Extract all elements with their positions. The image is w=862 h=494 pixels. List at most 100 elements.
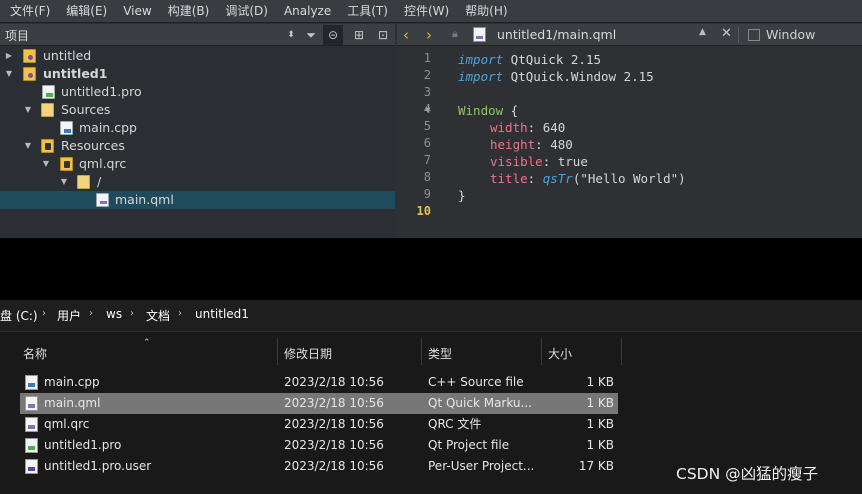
file-row-untitled1-pro[interactable]: untitled1.pro 2023/2/18 10:56 Qt Project…: [20, 435, 618, 456]
collapse-arrow-icon[interactable]: ▼: [23, 101, 33, 119]
menu-analyze[interactable]: Analyze: [274, 0, 337, 23]
go-back-icon[interactable]: ‹: [403, 25, 409, 45]
code-text: ("Hello World"): [572, 171, 686, 186]
code-line-9: }: [458, 187, 466, 204]
tree-item-untitled[interactable]: ▶ untitled: [0, 47, 395, 65]
file-row-main-cpp[interactable]: main.cpp 2023/2/18 10:56 C++ Source file…: [20, 372, 618, 393]
file-date: 2023/2/18 10:56: [284, 417, 384, 431]
tree-item-root-prefix[interactable]: ▼ /: [0, 173, 395, 191]
code-line-4: Window {: [458, 102, 518, 119]
column-type[interactable]: 类型: [428, 345, 452, 362]
tree-item-sources[interactable]: ▼ Sources: [0, 101, 395, 119]
breadcrumb-drive[interactable]: 盘 (C:): [0, 307, 38, 324]
file-row-qml-qrc[interactable]: qml.qrc 2023/2/18 10:56 QRC 文件 1 KB: [20, 414, 618, 435]
chevron-right-icon[interactable]: ›: [178, 308, 182, 319]
go-forward-icon[interactable]: ›: [426, 25, 432, 45]
project-panel-title: 项目: [5, 29, 30, 43]
filter-icon[interactable]: ⏷: [301, 25, 321, 45]
tree-item-qml-qrc[interactable]: ▼ qml.qrc: [0, 155, 395, 173]
expand-arrow-icon[interactable]: ▶: [4, 47, 14, 65]
pro-file-icon: [25, 438, 38, 453]
file-type: C++ Source file: [428, 375, 524, 389]
menu-edit[interactable]: 编辑(E): [56, 0, 113, 23]
sort-ascending-icon: ⌃: [143, 338, 151, 348]
file-date: 2023/2/18 10:56: [284, 396, 384, 410]
type-name: Window: [458, 103, 504, 118]
symbol-icon: [748, 29, 760, 41]
tree-item-label: /: [97, 174, 102, 189]
file-type: Qt Project file: [428, 438, 510, 452]
chevron-right-icon[interactable]: ›: [130, 308, 134, 319]
tree-item-main-cpp[interactable]: main.cpp: [0, 119, 395, 137]
column-divider[interactable]: [621, 338, 622, 365]
code-text: :: [527, 171, 543, 186]
file-name: main.qml: [44, 396, 101, 410]
chevron-right-icon[interactable]: ›: [42, 308, 46, 319]
split-icon[interactable]: ⊞: [349, 25, 369, 45]
breadcrumb-documents[interactable]: 文档: [146, 307, 170, 324]
symbol-selector[interactable]: Window: [766, 27, 815, 42]
column-date-modified[interactable]: 修改日期: [284, 345, 332, 362]
tree-item-resources[interactable]: ▼ Resources: [0, 137, 395, 155]
code-line-2: import QtQuick.Window 2.15: [458, 68, 654, 85]
tree-item-main-qml[interactable]: main.qml: [0, 191, 395, 209]
project-panel-header: 项目 ⬍ ⏷ ⊝ ⊞ ⊡: [0, 24, 395, 46]
close-panel-icon[interactable]: ⊡: [373, 25, 393, 45]
breadcrumb-users[interactable]: 用户: [57, 307, 81, 324]
collapse-arrow-icon[interactable]: ▼: [41, 155, 51, 173]
file-type: Per-User Project...: [428, 459, 535, 473]
view-selector-updown-icon[interactable]: ⬍: [281, 25, 301, 45]
code-line-1: import QtQuick 2.15: [458, 51, 601, 68]
collapse-arrow-icon[interactable]: ▼: [23, 137, 33, 155]
sources-folder-icon: [41, 103, 54, 117]
chevron-right-icon[interactable]: ›: [89, 308, 93, 319]
menu-build[interactable]: 构建(B): [158, 0, 216, 23]
code-editor: ‹ › 🔒︎ untitled1/main.qml ▲ ✕ Window 1 2…: [397, 24, 862, 238]
file-row-untitled1-pro-user[interactable]: untitled1.pro.user 2023/2/18 10:56 Per-U…: [20, 456, 618, 477]
qml-file-icon: [473, 27, 486, 42]
menu-widgets[interactable]: 控件(W): [394, 0, 455, 23]
code-line-7: visible: true: [490, 153, 588, 170]
property-name: width: [490, 120, 528, 135]
tree-item-untitled1[interactable]: ▼ untitled1: [0, 65, 395, 83]
column-size[interactable]: 大小: [548, 345, 572, 362]
current-line-number: 10: [416, 204, 431, 218]
code-text: }: [458, 188, 466, 203]
file-name: qml.qrc: [44, 417, 90, 431]
project-icon: [23, 49, 36, 63]
collapse-arrow-icon[interactable]: ▼: [59, 173, 69, 191]
pro-file-icon: [42, 85, 55, 99]
menu-help[interactable]: 帮助(H): [455, 0, 513, 23]
tree-item-label: main.qml: [115, 192, 174, 207]
menu-view[interactable]: View: [113, 0, 157, 23]
screen-gap: [0, 238, 862, 300]
file-type: Qt Quick Marku...: [428, 396, 532, 410]
menu-file[interactable]: 文件(F): [0, 0, 56, 23]
menu-tools[interactable]: 工具(T): [337, 0, 394, 23]
fold-marker-icon[interactable]: ▼: [425, 106, 430, 114]
link-with-editor-icon[interactable]: ⊝: [323, 25, 343, 45]
breadcrumb-untitled1[interactable]: untitled1: [195, 307, 249, 321]
code-text: QtQuick.Window 2.15: [503, 69, 654, 84]
code-text: QtQuick 2.15: [503, 52, 601, 67]
open-file-selector[interactable]: untitled1/main.qml: [497, 27, 616, 42]
column-divider[interactable]: [541, 338, 542, 365]
file-row-main-qml[interactable]: main.qml 2023/2/18 10:56 Qt Quick Marku.…: [20, 393, 618, 414]
line-number: 7: [423, 153, 431, 167]
breadcrumb-ws[interactable]: ws: [106, 307, 122, 321]
project-icon: [23, 67, 36, 81]
file-list-updown-icon[interactable]: ▲: [699, 27, 706, 37]
file-explorer-window: 盘 (C:) › 用户 › ws › 文档 › untitled1 ⌃ 名称 修…: [0, 300, 862, 494]
qrc-file-icon: [25, 417, 38, 432]
code-line-6: height: 480: [490, 136, 573, 153]
tree-item-pro-file[interactable]: untitled1.pro: [0, 83, 395, 101]
collapse-arrow-icon[interactable]: ▼: [4, 65, 14, 83]
user-file-icon: [25, 459, 38, 474]
column-name[interactable]: 名称: [23, 345, 47, 362]
column-divider[interactable]: [277, 338, 278, 365]
menu-debug[interactable]: 调试(D): [215, 0, 274, 23]
tree-item-label: Resources: [61, 138, 125, 153]
column-divider[interactable]: [421, 338, 422, 365]
address-bar[interactable]: 盘 (C:) › 用户 › ws › 文档 › untitled1: [0, 300, 862, 332]
close-document-icon[interactable]: ✕: [721, 26, 732, 41]
